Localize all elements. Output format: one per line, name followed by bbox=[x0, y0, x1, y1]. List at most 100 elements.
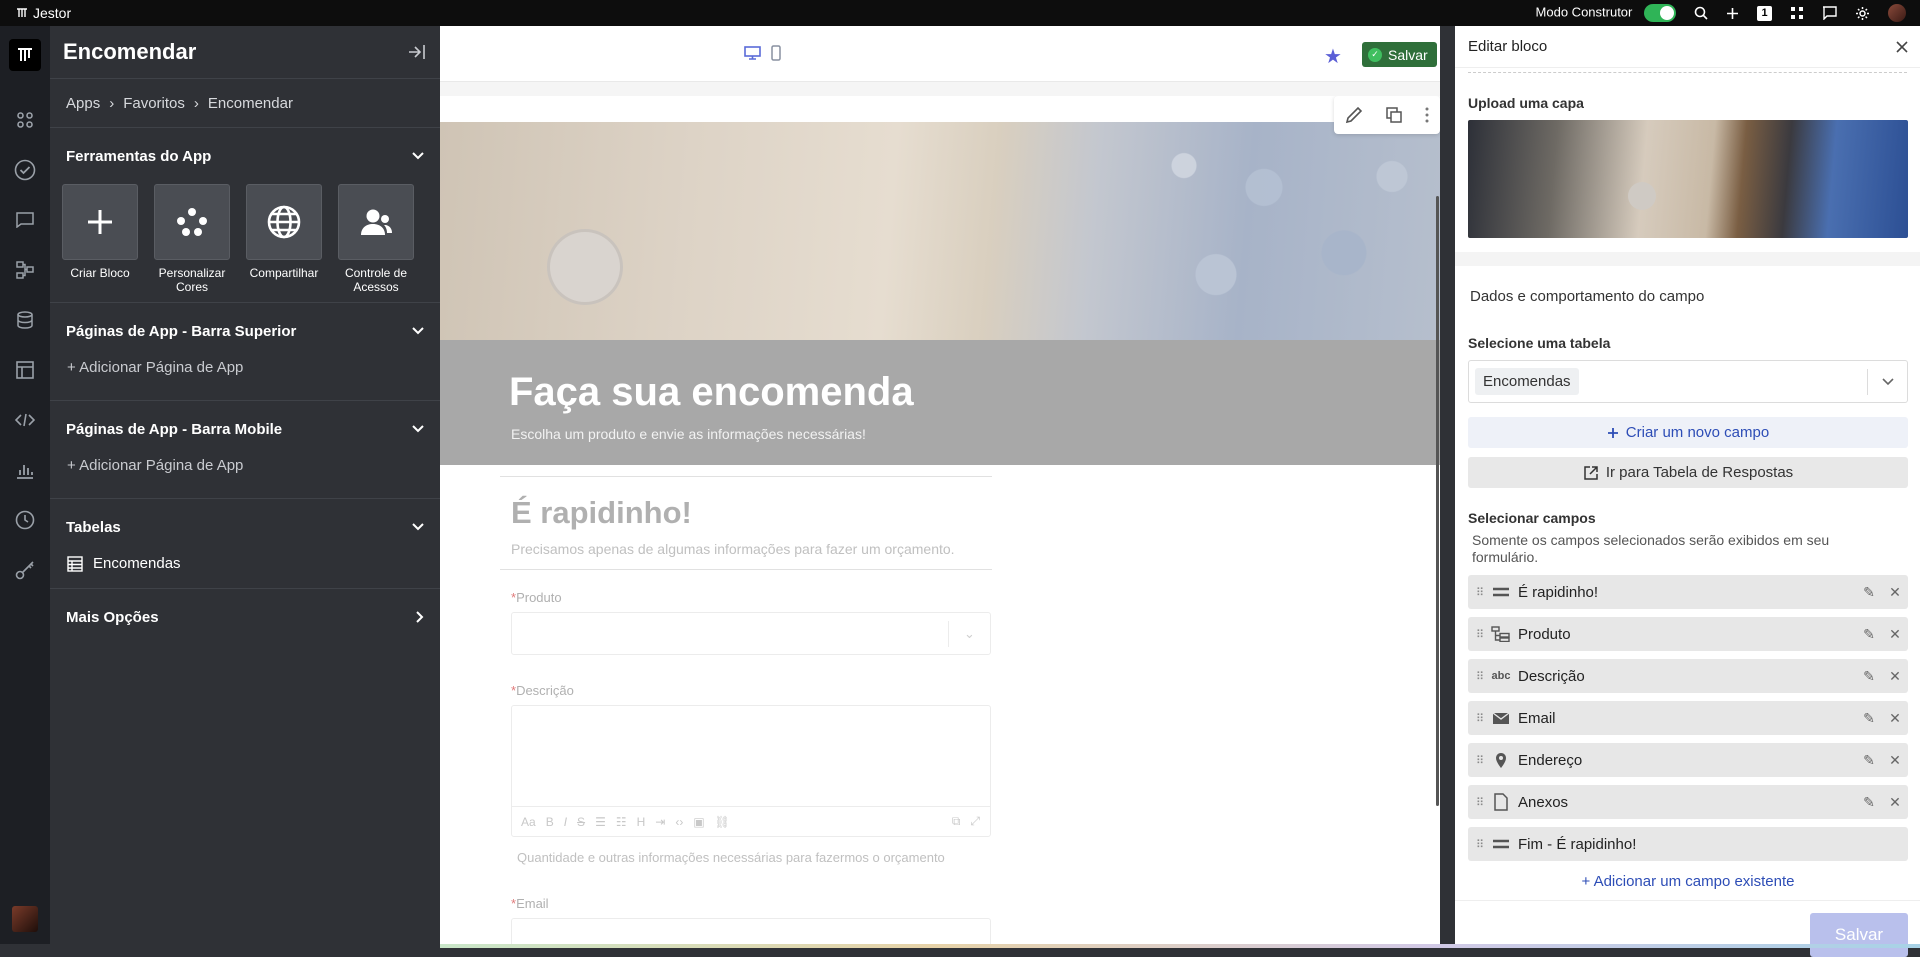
icon-rail bbox=[0, 26, 50, 944]
drag-handle-icon[interactable]: ⠿ bbox=[1472, 754, 1488, 767]
workspace-logo[interactable] bbox=[9, 39, 41, 71]
form-banner: Faça sua encomenda Escolha um produto e … bbox=[440, 340, 1440, 465]
close-icon[interactable]: ✕ bbox=[1882, 752, 1908, 769]
close-icon[interactable]: ✕ bbox=[1882, 668, 1908, 685]
link-icon[interactable]: ⛓ bbox=[715, 815, 730, 829]
field-row-section-start[interactable]: ⠿ É rapidinho! ✎ ✕ bbox=[1468, 575, 1908, 609]
table-item-encomendas[interactable]: Encomendas bbox=[50, 555, 440, 588]
cover-thumbnail[interactable] bbox=[1468, 120, 1908, 238]
chat-icon[interactable] bbox=[1822, 6, 1837, 20]
close-icon[interactable]: ✕ bbox=[1882, 794, 1908, 811]
tool-access-control[interactable]: Controle de Acessos bbox=[338, 184, 414, 294]
chat-icon[interactable] bbox=[13, 208, 37, 232]
section-header-tables[interactable]: Tabelas bbox=[50, 499, 440, 555]
section-header-app-tools[interactable]: Ferramentas do App bbox=[50, 128, 440, 184]
builder-mode[interactable]: Modo Construtor bbox=[1536, 4, 1676, 22]
edit-pencil-icon[interactable]: ✎ bbox=[1856, 626, 1882, 643]
edit-pencil-icon[interactable]: ✎ bbox=[1856, 710, 1882, 727]
add-existing-field-link[interactable]: + Adicionar um campo existente bbox=[1468, 873, 1908, 890]
edit-pencil-icon[interactable]: ✎ bbox=[1856, 584, 1882, 601]
add-top-bar-page-link[interactable]: + Adicionar Página de App bbox=[50, 359, 440, 400]
field-row-email[interactable]: ⠿ Email ✎ ✕ bbox=[1468, 701, 1908, 735]
bar-chart-icon[interactable] bbox=[13, 458, 37, 482]
heading-icon[interactable]: H bbox=[637, 815, 646, 829]
copy-icon[interactable]: ⧉ bbox=[952, 814, 961, 829]
panel-save-button[interactable]: Salvar bbox=[1810, 913, 1908, 957]
breadcrumb-favoritos[interactable]: Favoritos bbox=[123, 95, 185, 112]
plus-icon[interactable] bbox=[1726, 7, 1739, 20]
favorite-star-icon[interactable]: ★ bbox=[1324, 44, 1342, 69]
mobile-view-icon[interactable] bbox=[771, 45, 781, 61]
history-clock-icon[interactable] bbox=[13, 508, 37, 532]
field-row-section-end[interactable]: ⠿ Fim - É rapidinho! bbox=[1468, 827, 1908, 861]
embed-icon[interactable]: ▣ bbox=[693, 815, 704, 829]
produto-select[interactable]: ⌄ bbox=[511, 612, 991, 655]
code-icon[interactable] bbox=[13, 408, 37, 432]
tool-customize-colors[interactable]: Personalizar Cores bbox=[154, 184, 230, 294]
workflow-icon[interactable] bbox=[13, 258, 37, 282]
strikethrough-icon[interactable]: S bbox=[577, 815, 585, 829]
apps-icon[interactable] bbox=[13, 108, 37, 132]
close-icon[interactable]: ✕ bbox=[1882, 584, 1908, 601]
code-icon[interactable]: ‹› bbox=[675, 815, 683, 829]
desktop-view-icon[interactable] bbox=[744, 46, 761, 60]
expand-icon[interactable]: ⤢ bbox=[970, 814, 980, 829]
grid-icon[interactable] bbox=[1790, 6, 1804, 20]
layout-icon[interactable] bbox=[13, 358, 37, 382]
section-header-top-bar-pages[interactable]: Páginas de App - Barra Superior bbox=[50, 303, 440, 359]
file-icon bbox=[1488, 793, 1514, 811]
breadcrumb-apps[interactable]: Apps bbox=[66, 95, 100, 112]
database-icon[interactable] bbox=[13, 308, 37, 332]
tasks-check-icon[interactable] bbox=[13, 158, 37, 182]
drag-handle-icon[interactable]: ⠿ bbox=[1472, 838, 1488, 851]
drag-handle-icon[interactable]: ⠿ bbox=[1472, 796, 1488, 809]
edit-pencil-icon[interactable]: ✎ bbox=[1856, 752, 1882, 769]
collapse-sidebar-icon[interactable] bbox=[407, 43, 427, 61]
numbered-list-icon[interactable]: ☷ bbox=[616, 815, 627, 829]
drag-handle-icon[interactable]: ⠿ bbox=[1472, 628, 1488, 641]
indent-icon[interactable]: ⇥ bbox=[655, 815, 665, 829]
brand[interactable]: Jestor bbox=[0, 5, 71, 21]
cover-image bbox=[440, 122, 1440, 340]
close-icon[interactable] bbox=[1896, 40, 1908, 53]
bullet-list-icon[interactable]: ☰ bbox=[595, 815, 606, 829]
field-row-descricao[interactable]: ⠿ abc Descrição ✎ ✕ bbox=[1468, 659, 1908, 693]
user-avatar[interactable] bbox=[1888, 4, 1906, 22]
save-button[interactable]: ✓ Salvar bbox=[1362, 42, 1437, 67]
section-header-mobile-bar-pages[interactable]: Páginas de App - Barra Mobile bbox=[50, 401, 440, 457]
tool-create-block[interactable]: Criar Bloco bbox=[62, 184, 138, 294]
bold-icon[interactable]: B bbox=[546, 815, 554, 829]
add-mobile-bar-page-link[interactable]: + Adicionar Página de App bbox=[50, 457, 440, 498]
gear-icon[interactable] bbox=[1855, 6, 1870, 21]
field-row-produto[interactable]: ⠿ Produto ✎ ✕ bbox=[1468, 617, 1908, 651]
canvas-scrollbar[interactable] bbox=[1436, 196, 1439, 806]
breadcrumb-encomendar[interactable]: Encomendar bbox=[208, 95, 293, 112]
user-avatar[interactable] bbox=[12, 906, 38, 932]
drag-handle-icon[interactable]: ⠿ bbox=[1472, 586, 1488, 599]
edit-pencil-icon[interactable] bbox=[1345, 106, 1363, 124]
drag-handle-icon[interactable]: ⠿ bbox=[1472, 712, 1488, 725]
close-icon[interactable]: ✕ bbox=[1882, 710, 1908, 727]
edit-pencil-icon[interactable]: ✎ bbox=[1856, 668, 1882, 685]
descricao-rich-text-editor[interactable]: Aa B I S ☰ ☷ H ⇥ ‹› ▣ ⛓ ⧉ ⤢ bbox=[511, 705, 991, 837]
tool-share[interactable]: Compartilhar bbox=[246, 184, 322, 294]
edit-pencil-icon[interactable]: ✎ bbox=[1856, 794, 1882, 811]
format-text-icon[interactable]: Aa bbox=[521, 815, 536, 829]
section-header-more-options[interactable]: Mais Opções bbox=[50, 589, 440, 645]
builder-mode-toggle[interactable] bbox=[1644, 4, 1676, 22]
close-icon[interactable]: ✕ bbox=[1882, 626, 1908, 643]
more-vertical-icon[interactable] bbox=[1425, 107, 1429, 123]
notification-badge[interactable]: 1 bbox=[1757, 5, 1772, 21]
block-actions bbox=[1334, 96, 1440, 134]
duplicate-icon[interactable] bbox=[1386, 107, 1402, 123]
create-field-button[interactable]: Criar um novo campo bbox=[1468, 417, 1908, 448]
field-row-endereco[interactable]: ⠿ Endereço ✎ ✕ bbox=[1468, 743, 1908, 777]
search-icon[interactable] bbox=[1694, 6, 1708, 20]
drag-handle-icon[interactable]: ⠿ bbox=[1472, 670, 1488, 683]
email-field[interactable] bbox=[511, 918, 991, 944]
key-icon[interactable] bbox=[13, 558, 37, 582]
go-to-responses-button[interactable]: Ir para Tabela de Respostas bbox=[1468, 457, 1908, 488]
table-select[interactable]: Encomendas bbox=[1468, 360, 1908, 403]
field-row-anexos[interactable]: ⠿ Anexos ✎ ✕ bbox=[1468, 785, 1908, 819]
italic-icon[interactable]: I bbox=[564, 815, 567, 829]
